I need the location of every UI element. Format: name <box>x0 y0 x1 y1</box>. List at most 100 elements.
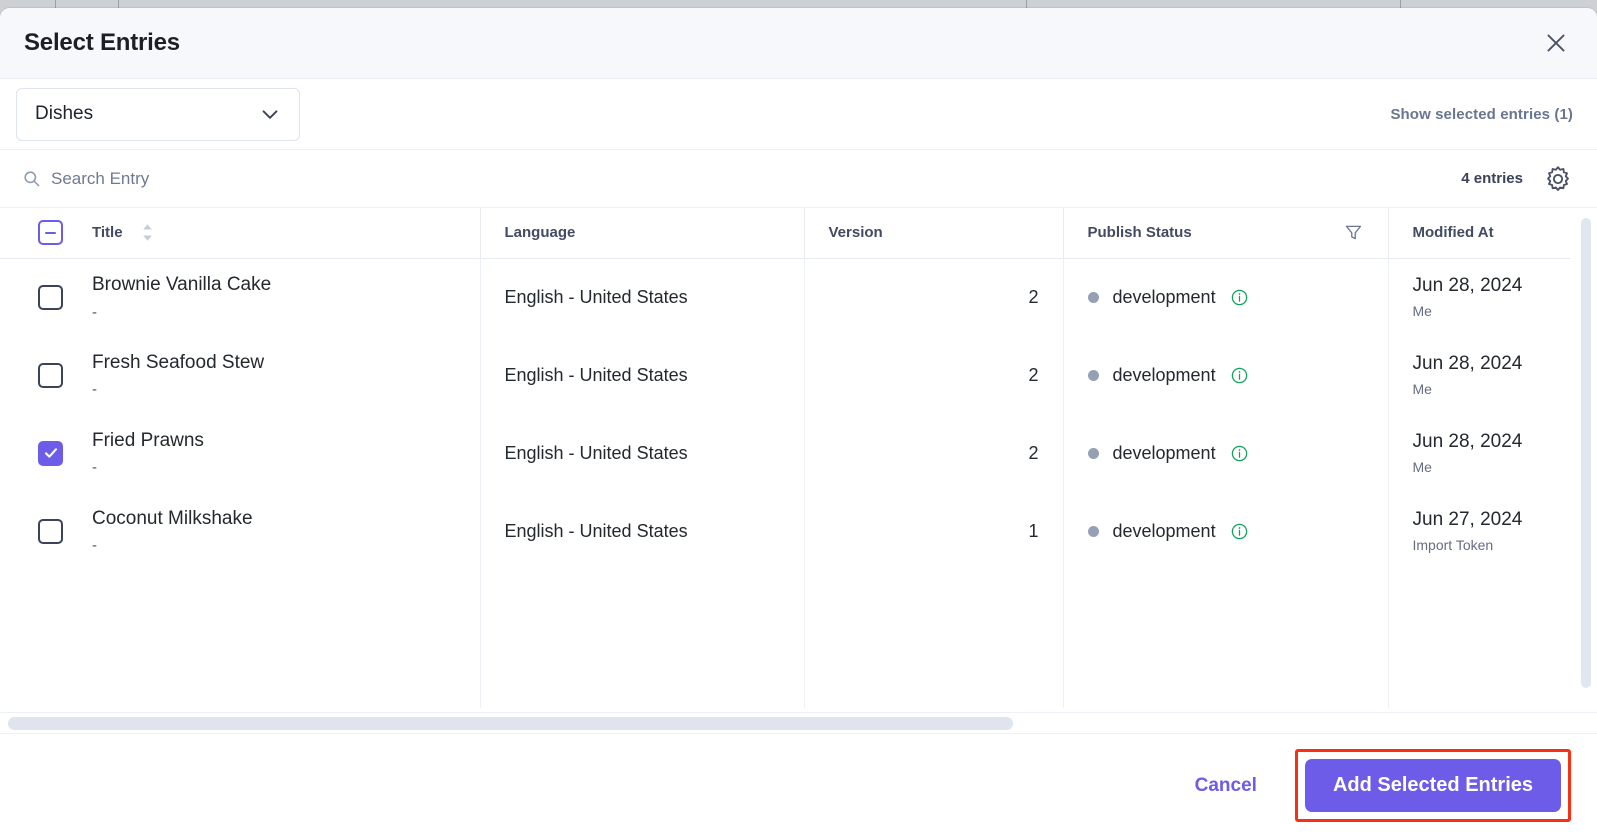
row-select-cell <box>0 492 92 570</box>
entries-count-label: 4 entries <box>1461 170 1523 187</box>
row-publish-status: development <box>1112 364 1216 385</box>
row-language: English - United States <box>479 258 804 336</box>
status-dot-icon <box>1087 369 1099 381</box>
search-wrapper <box>22 168 1461 189</box>
column-header-publish-status-label: Publish Status <box>1087 224 1192 242</box>
table-horizontal-scrollbar[interactable] <box>8 717 1013 730</box>
row-select-cell <box>0 414 92 492</box>
column-header-modified-at-label: Modified At <box>1412 224 1494 242</box>
content-type-value: Dishes <box>35 103 94 124</box>
filler-cell <box>803 570 1063 708</box>
row-modified-by: Import Token <box>1412 536 1494 553</box>
chevron-down-icon <box>257 101 283 127</box>
info-circle-icon[interactable] <box>1230 288 1249 307</box>
info-circle-icon[interactable] <box>1230 522 1249 541</box>
row-version: 1 <box>803 492 1063 570</box>
column-header-language: Language <box>479 208 804 259</box>
row-subtitle: - <box>92 303 97 321</box>
modal-header: Select Entries <box>0 8 1597 79</box>
info-circle-icon[interactable] <box>1230 366 1249 385</box>
row-checkbox[interactable] <box>38 440 63 466</box>
row-subtitle: - <box>92 381 97 399</box>
close-icon <box>1547 34 1565 52</box>
row-version: 2 <box>803 414 1063 492</box>
content-type-toolbar: Dishes Show selected entries (1) <box>0 79 1597 150</box>
row-select-cell <box>0 336 92 414</box>
table-filler-row <box>0 570 1571 708</box>
show-selected-entries-link[interactable]: Show selected entries (1) <box>1390 106 1573 123</box>
row-publish-status-cell: development <box>1062 258 1388 336</box>
row-modified-at-cell: Jun 28, 2024 Me <box>1387 414 1571 492</box>
row-title-cell: Coconut Milkshake - <box>92 492 480 570</box>
row-language: English - United States <box>479 336 804 414</box>
row-title: Brownie Vanilla Cake <box>92 273 272 295</box>
row-publish-status: development <box>1112 442 1216 463</box>
row-version: 2 <box>803 336 1063 414</box>
row-checkbox[interactable] <box>38 284 63 310</box>
close-button[interactable] <box>1539 26 1573 60</box>
table-vertical-scrollbar[interactable] <box>1581 218 1591 688</box>
row-modified-date: Jun 28, 2024 <box>1412 275 1523 297</box>
filler-cell <box>1062 570 1388 708</box>
column-header-version: Version <box>803 208 1063 259</box>
status-dot-icon <box>1087 525 1099 537</box>
row-modified-at-cell: Jun 27, 2024 Import Token <box>1387 492 1571 570</box>
search-input[interactable] <box>51 168 471 189</box>
backdrop-line <box>1400 0 1401 8</box>
entries-table: Title Language Version Publish Status Mo… <box>0 208 1571 708</box>
search-toolbar: 4 entries <box>0 150 1597 208</box>
row-subtitle: - <box>92 537 97 555</box>
row-title: Fresh Seafood Stew <box>92 351 265 373</box>
backdrop-line <box>118 0 119 8</box>
table-body: Brownie Vanilla Cake - English - United … <box>0 258 1571 708</box>
row-select-cell <box>0 258 92 336</box>
row-modified-at-cell: Jun 28, 2024 Me <box>1387 336 1571 414</box>
select-all-checkbox[interactable] <box>38 220 63 246</box>
table-row[interactable]: Fresh Seafood Stew - English - United St… <box>0 336 1571 414</box>
row-title: Fried Prawns <box>92 429 204 451</box>
entries-table-region: Title Language Version Publish Status Mo… <box>0 208 1597 734</box>
search-icon <box>22 169 41 188</box>
column-header-version-label: Version <box>828 224 883 242</box>
gear-icon <box>1547 165 1569 191</box>
column-header-publish-status: Publish Status <box>1062 208 1388 259</box>
filler-cell <box>92 570 480 708</box>
table-header-row: Title Language Version Publish Status Mo… <box>0 208 1571 259</box>
row-checkbox[interactable] <box>38 362 63 388</box>
row-modified-at-cell: Jun 28, 2024 Me <box>1387 258 1571 336</box>
page-title: Select Entries <box>24 29 180 56</box>
indeterminate-dash-icon <box>45 231 56 234</box>
status-dot-icon <box>1087 447 1099 459</box>
info-circle-icon[interactable] <box>1230 444 1249 463</box>
row-modified-by: Me <box>1412 458 1432 475</box>
table-row[interactable]: Coconut Milkshake - English - United Sta… <box>0 492 1571 570</box>
row-language: English - United States <box>479 492 804 570</box>
row-publish-status: development <box>1112 286 1216 307</box>
backdrop-line <box>55 0 56 8</box>
modal-footer: Cancel Add Selected Entries <box>0 734 1597 837</box>
cancel-button[interactable]: Cancel <box>1177 765 1275 807</box>
row-title-cell: Fresh Seafood Stew - <box>92 336 480 414</box>
row-modified-by: Me <box>1412 303 1432 320</box>
table-row[interactable]: Fried Prawns - English - United States 2… <box>0 414 1571 492</box>
table-settings-button[interactable] <box>1543 164 1573 194</box>
add-selected-entries-button[interactable]: Add Selected Entries <box>1304 759 1561 812</box>
column-header-language-label: Language <box>504 224 576 242</box>
row-publish-status-cell: development <box>1062 492 1388 570</box>
sort-updown-icon[interactable] <box>141 223 154 242</box>
filter-icon[interactable] <box>1343 222 1364 243</box>
content-type-dropdown[interactable]: Dishes <box>16 87 300 141</box>
column-header-modified-at: Modified At <box>1387 208 1571 259</box>
row-publish-status-cell: development <box>1062 414 1388 492</box>
row-title: Coconut Milkshake <box>92 507 253 529</box>
row-checkbox[interactable] <box>38 518 63 544</box>
row-modified-date: Jun 27, 2024 <box>1412 509 1523 531</box>
row-title-cell: Fried Prawns - <box>92 414 480 492</box>
table-horizontal-scroll-track <box>0 712 1597 734</box>
row-modified-date: Jun 28, 2024 <box>1412 353 1523 375</box>
filler-cell <box>479 570 804 708</box>
table-row[interactable]: Brownie Vanilla Cake - English - United … <box>0 258 1571 336</box>
row-modified-by: Me <box>1412 380 1432 397</box>
table-head: Title Language Version Publish Status Mo… <box>0 208 1571 259</box>
row-publish-status-cell: development <box>1062 336 1388 414</box>
